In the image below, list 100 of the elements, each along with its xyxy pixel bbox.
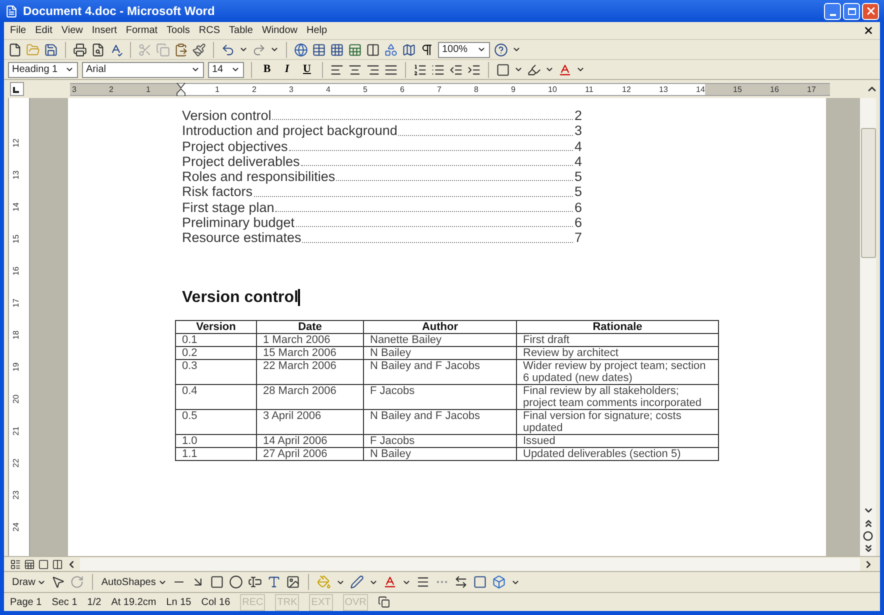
style-field[interactable]: Heading 1 [8,62,78,78]
toc-entry[interactable]: First stage plan 6 [182,200,582,216]
line-style-icon[interactable] [416,575,430,589]
table-cell: Issued [516,434,718,448]
close-document-icon[interactable] [863,25,874,36]
web-view-icon[interactable] [24,558,35,570]
column-header: Date [256,320,364,334]
highlighter-icon[interactable] [527,62,541,76]
tab-selector[interactable] [10,82,24,96]
printer-icon[interactable] [73,42,87,56]
globe-icon[interactable] [294,42,308,56]
status-field: Col 16 [201,594,230,610]
menu-item[interactable]: Help [306,23,328,38]
ruler-number: 15 [733,84,742,94]
close-button[interactable] [862,2,879,20]
horizontal-scrollbar[interactable] [80,558,860,570]
font-color-icon[interactable] [558,62,572,76]
new-document-icon[interactable] [8,42,22,56]
status-field: At 19.2cm [111,594,156,610]
underline-button[interactable]: U [299,61,315,78]
align-left-icon[interactable] [330,62,344,76]
cube-icon[interactable] [492,575,506,589]
shapes-icon[interactable] [384,42,398,56]
window-title: Document 4.doc - Microsoft Word [23,3,215,20]
menu-item[interactable]: View [61,23,83,38]
toc-entry[interactable]: Project deliverables 4 [182,154,582,170]
status-field: 1/2 [87,594,102,610]
italic-button[interactable]: I [279,61,295,78]
rectangle-icon[interactable] [210,575,224,589]
bold-button[interactable]: B [259,61,275,78]
toc-entry[interactable]: Roles and responsibilities 5 [182,169,582,184]
paste-icon[interactable] [174,42,188,56]
menu-item[interactable]: Edit [35,23,52,38]
ruler-number: 24 [11,522,22,532]
indent-icon[interactable] [467,62,481,76]
border-icon[interactable] [496,62,510,76]
ruler-number: 17 [11,298,22,308]
pilcrow-icon[interactable] [420,42,434,56]
menu-item[interactable]: Tools [166,23,190,38]
align-center-icon[interactable] [348,62,362,76]
toc-entry[interactable]: Project objectives 4 [182,138,582,154]
indent-marker-icon[interactable] [176,82,186,96]
outdent-icon[interactable] [449,62,463,76]
pen-icon[interactable] [350,575,364,589]
font-color-icon[interactable] [382,575,397,589]
vertical-scrollbar[interactable] [860,98,876,556]
undo-icon[interactable] [221,42,235,56]
browse-object-icon[interactable] [863,531,873,541]
print-view-icon[interactable] [38,558,49,570]
map-icon[interactable] [402,42,416,56]
menu-item[interactable]: Window [262,23,298,38]
next-page-icon[interactable] [862,543,874,554]
numbered-list-icon[interactable] [413,62,427,76]
minimize-button[interactable] [824,2,841,20]
oval-icon[interactable] [228,575,243,589]
toc-entry[interactable]: Resource estimates 7 [182,230,582,246]
table-cell: Final version for signature; costs updated [516,409,718,434]
brush-icon[interactable] [192,42,206,56]
ruler-number: 16 [770,84,779,94]
scroll-thumb[interactable] [860,128,876,258]
ruler-number: 15 [11,234,22,244]
toc-entry[interactable]: Risk factors 5 [182,184,582,200]
toc-entry[interactable]: Preliminary budget 6 [182,215,582,230]
toc-entry[interactable]: Introduction and project background 3 [182,123,582,139]
print-preview-icon[interactable] [91,42,105,56]
letter-shape-icon[interactable] [266,575,281,589]
outline-view-icon[interactable] [52,558,63,570]
save-icon[interactable] [44,42,58,56]
toc-entry[interactable]: Version control 2 [182,108,582,124]
image-icon[interactable] [286,575,300,589]
ruler-number: 11 [585,84,594,94]
menu-item[interactable]: Insert [92,23,117,38]
maximize-button[interactable] [843,2,860,20]
font-field[interactable]: Arial [82,62,204,78]
menu-item[interactable]: RCS [198,23,220,38]
pointer-icon[interactable] [51,575,66,589]
help-icon[interactable] [494,42,508,56]
menu-item[interactable]: File [10,23,26,38]
table-icon[interactable] [312,42,326,56]
text-box-icon[interactable] [248,575,262,589]
autoshapes-menu-button[interactable]: AutoShapes [101,574,167,590]
arrow-style-icon[interactable] [454,575,468,589]
font-size-field[interactable]: 14 [208,62,244,78]
grid-icon[interactable] [330,42,344,56]
align-right-icon[interactable] [366,62,380,76]
status-field: Ln 15 [166,594,192,610]
spelling-icon[interactable] [109,42,123,56]
normal-view-icon[interactable] [10,558,21,570]
previous-page-icon[interactable] [862,518,874,529]
spreadsheet-icon[interactable] [348,42,362,56]
table-cell: 14 April 2006 [256,434,364,448]
menu-item[interactable]: Format [126,23,158,38]
draw-menu-button[interactable]: Draw [12,574,46,590]
zoom-field[interactable]: 100% [438,42,490,58]
table-cell: Wider review by project team; section 6 updated (new dates) [516,359,718,384]
columns-icon[interactable] [366,42,380,56]
menu-item[interactable]: Table [229,23,253,38]
table-cell: F Jacobs [364,384,516,410]
table-cell: 3 April 2006 [256,409,364,434]
justify-icon[interactable] [384,62,398,76]
